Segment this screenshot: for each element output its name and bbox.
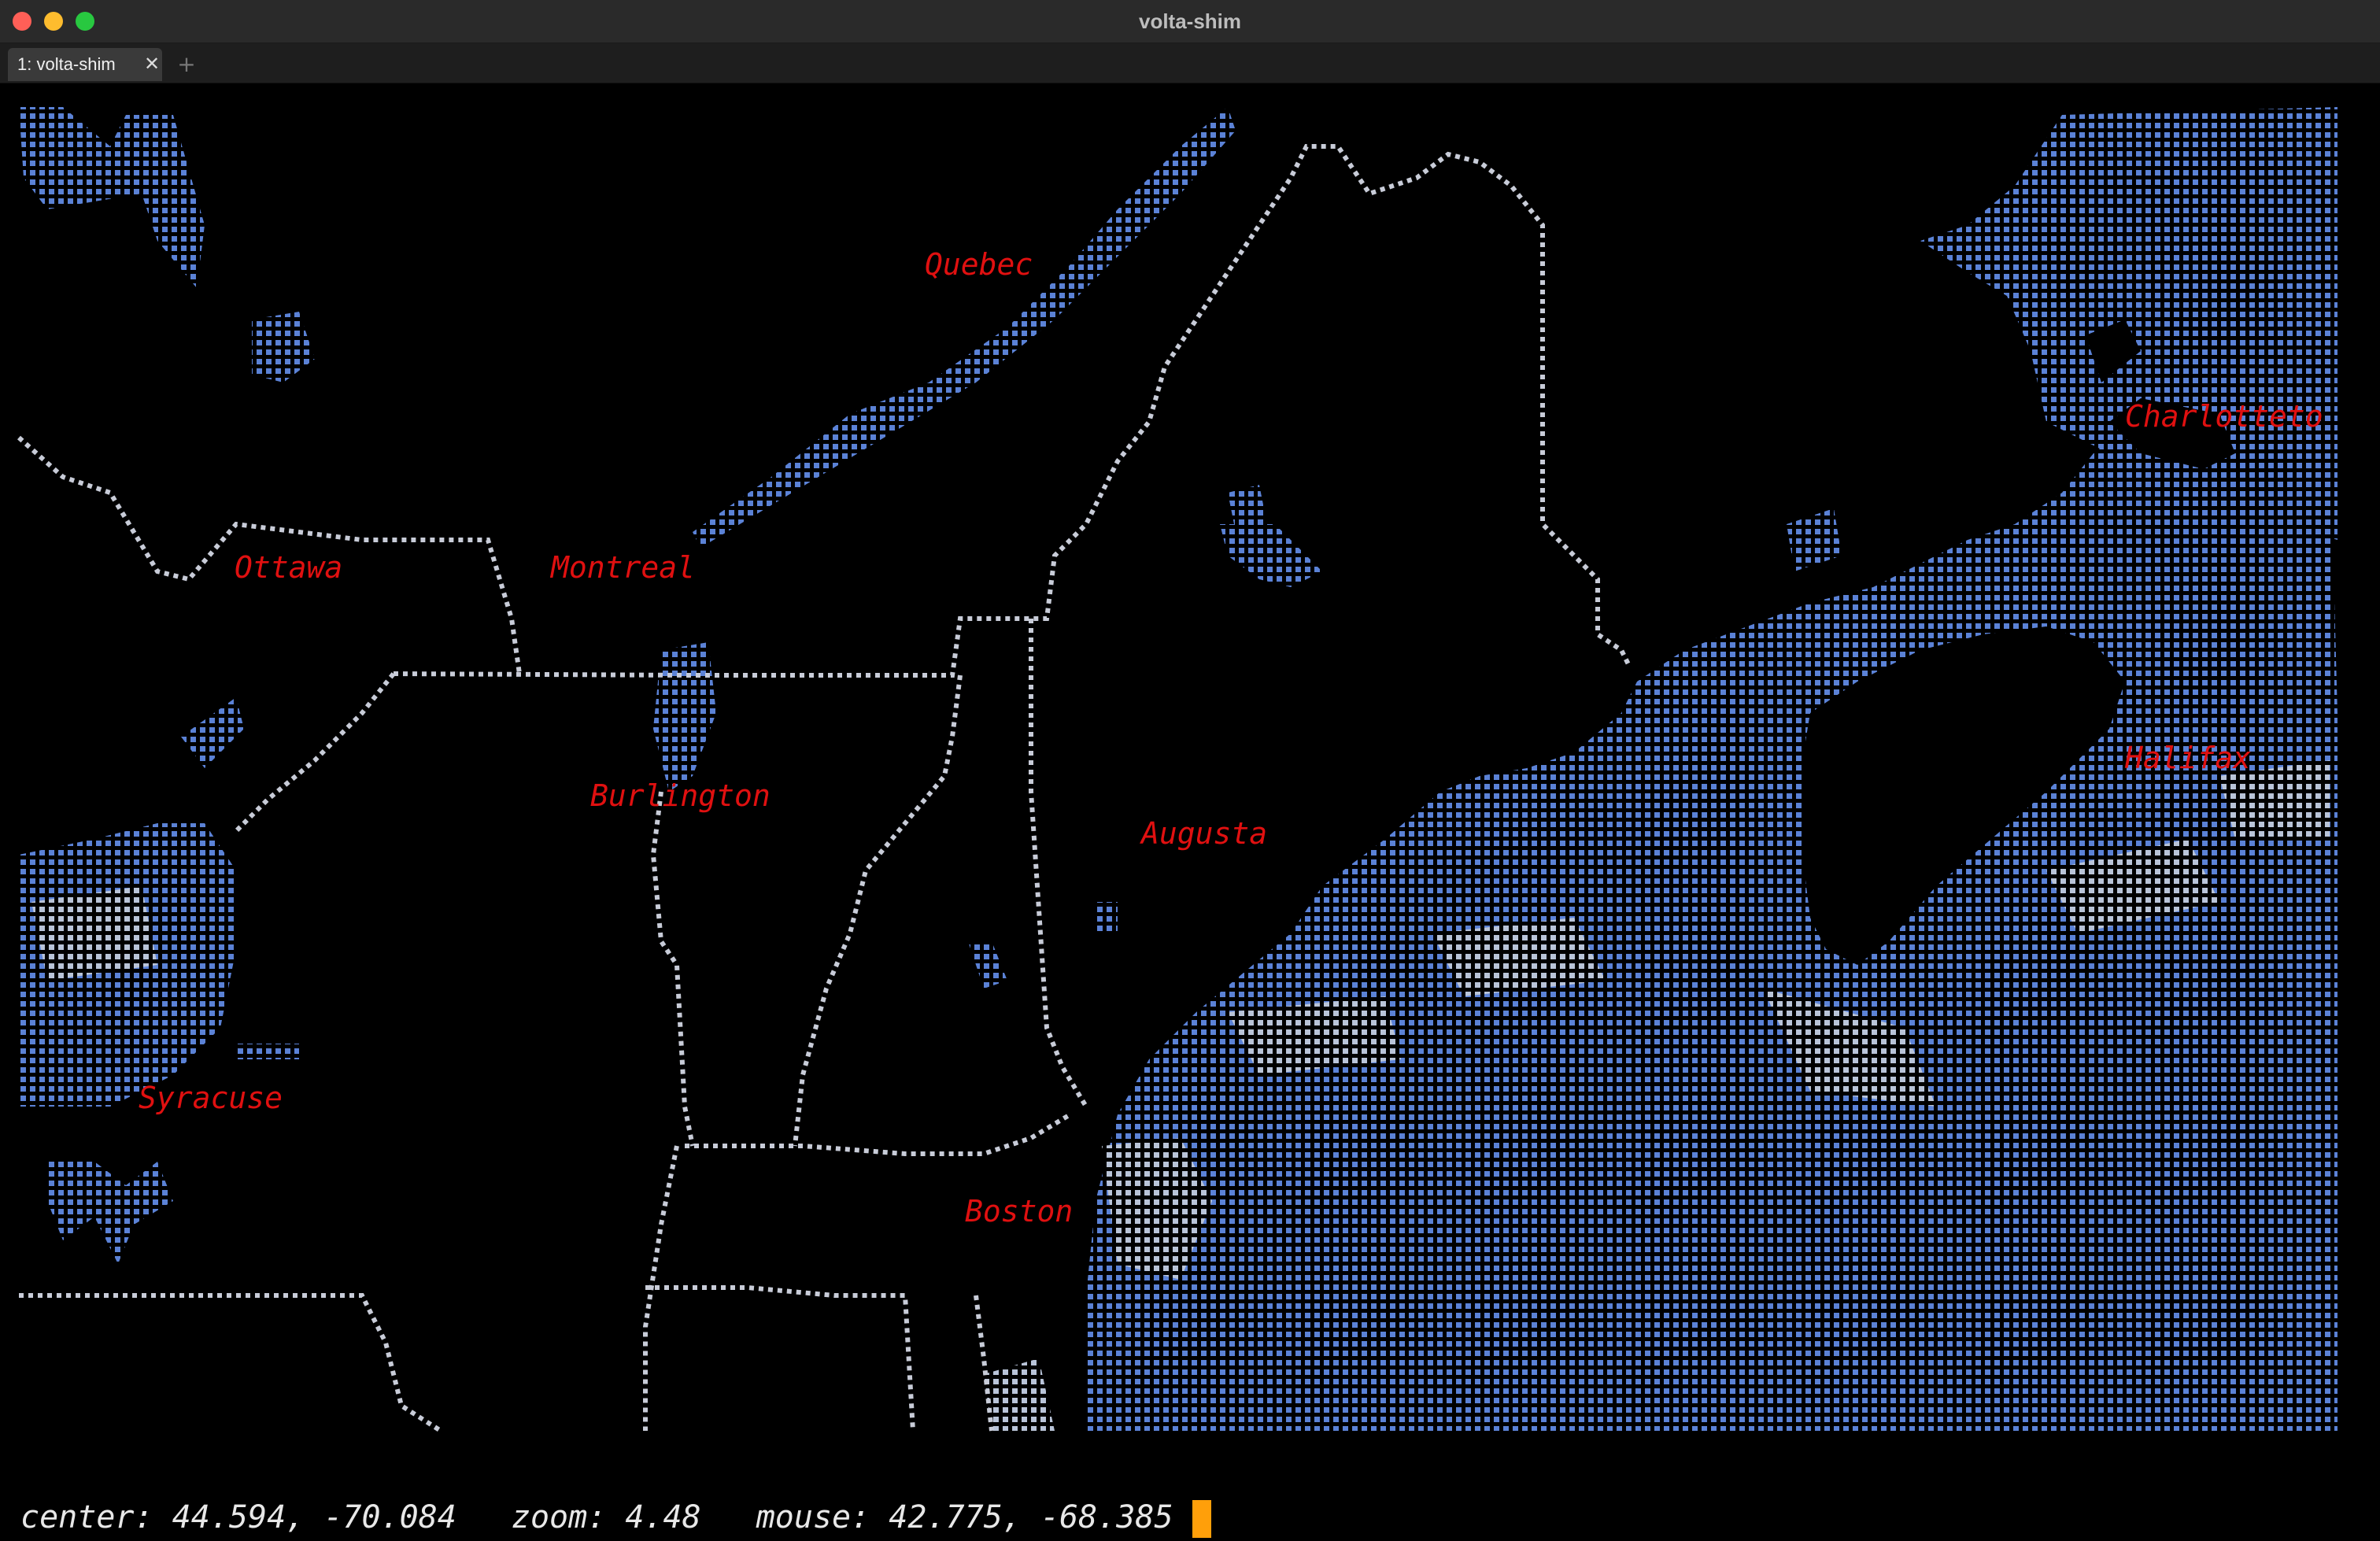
text-cursor bbox=[1192, 1500, 1211, 1538]
city-syracuse: Syracuse bbox=[139, 1081, 283, 1115]
lake-ontario-deep bbox=[31, 886, 157, 981]
city-ottawa: Ottawa bbox=[235, 550, 342, 585]
border-us-canada-north bbox=[393, 144, 1632, 678]
water-layer bbox=[19, 107, 2338, 1431]
status-zoom: zoom: 4.48 bbox=[511, 1499, 701, 1535]
city-burlington: Burlington bbox=[590, 778, 771, 813]
plus-icon[interactable]: + bbox=[175, 48, 198, 81]
border-ri-east bbox=[974, 1295, 994, 1432]
city-halifax: Halifax bbox=[2124, 741, 2251, 775]
lake-maine-3 bbox=[1094, 902, 1118, 933]
tab-volta-shim[interactable]: 1: volta-shim ✕ bbox=[8, 48, 162, 81]
lake-small-3 bbox=[236, 1044, 299, 1059]
border-ny-quebec bbox=[234, 672, 396, 833]
status-mouse: mouse: 42.775, -68.385 bbox=[756, 1499, 1173, 1535]
lake-top-left bbox=[19, 107, 205, 288]
title-bar[interactable]: volta-shim bbox=[0, 0, 2380, 43]
lake-small-1 bbox=[252, 312, 315, 382]
lake-ns bbox=[1952, 910, 1983, 933]
terminal-window: volta-shim 1: volta-shim ✕ + Quebec Otta… bbox=[0, 0, 2380, 1538]
border-ny-pa bbox=[19, 1293, 442, 1433]
border-ct-ri bbox=[645, 1285, 915, 1432]
lake-maine-1 bbox=[1220, 524, 1322, 587]
status-center: center: 44.594, -70.084 bbox=[20, 1499, 456, 1535]
city-augusta: Augusta bbox=[1140, 816, 1267, 851]
finger-lakes bbox=[47, 1162, 173, 1264]
st-lawrence bbox=[693, 107, 1236, 548]
border-ny-vermont bbox=[650, 791, 695, 1147]
border-vermont-nh bbox=[793, 674, 963, 1147]
lake-nb bbox=[1787, 508, 1842, 571]
city-quebec: Quebec bbox=[925, 247, 1033, 282]
city-boston: Boston bbox=[965, 1194, 1073, 1229]
window-title: volta-shim bbox=[1138, 9, 1242, 33]
map-canvas[interactable]: Quebec Ottawa Montreal Charlotteto Burli… bbox=[0, 83, 2380, 1495]
border-nh-maine bbox=[1029, 619, 1088, 1108]
terminal-content[interactable]: Quebec Ottawa Montreal Charlotteto Burli… bbox=[0, 83, 2380, 1538]
lake-small-2 bbox=[181, 697, 244, 768]
tab-close-icon[interactable]: ✕ bbox=[142, 48, 162, 81]
deep-water-7 bbox=[984, 1358, 1055, 1431]
status-line: center: 44.594, -70.084 zoom: 4.48 mouse: … bbox=[20, 1494, 1211, 1541]
tab-bar: 1: volta-shim ✕ + bbox=[0, 43, 2380, 83]
border-ma-north bbox=[685, 1112, 1072, 1156]
tab-label: 1: volta-shim bbox=[17, 54, 116, 74]
lake-maine-4 bbox=[968, 941, 1007, 989]
lake-champlain bbox=[653, 642, 716, 792]
city-montreal: Montreal bbox=[549, 550, 695, 585]
city-charlottetown: Charlotteto bbox=[2125, 399, 2323, 434]
